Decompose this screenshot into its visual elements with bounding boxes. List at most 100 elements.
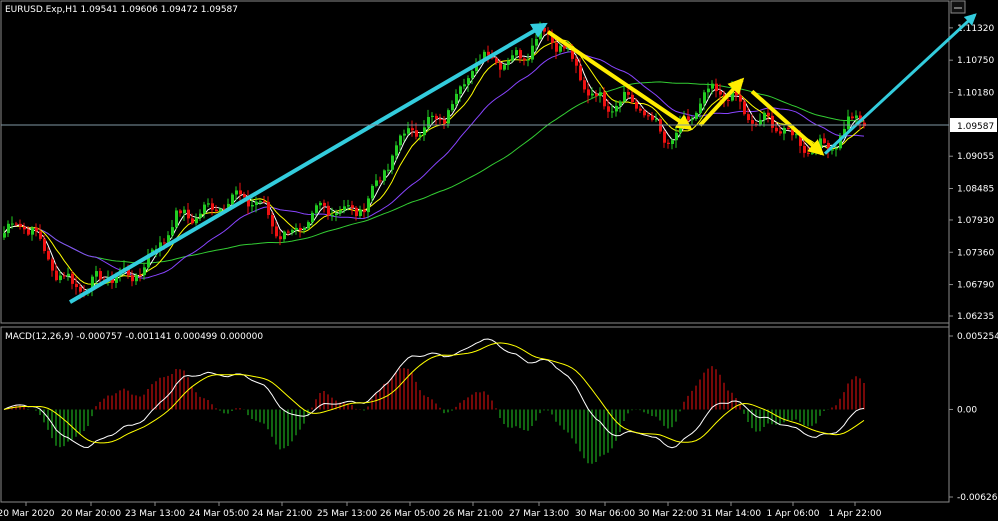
candle-body [27,229,30,235]
candle-body [511,55,514,61]
candle-body [283,231,286,240]
candle-body [359,209,362,216]
candle-body [375,180,378,186]
time-tick-label: 26 Mar 05:00 [380,509,440,519]
candle-body [495,58,498,63]
candle-body [187,209,190,219]
ma-fast-line [3,32,865,292]
candle-body [355,207,358,216]
time-tick-label: 25 Mar 13:00 [317,509,377,519]
candle-body [371,185,374,199]
candle-body [467,78,470,85]
macd-tick-label: 0.00 [957,405,977,415]
candle-body [727,100,730,102]
time-tick-label: 31 Mar 14:00 [701,509,761,519]
candle-body [243,194,246,198]
window-control-button[interactable] [950,0,966,14]
candle-body [43,238,46,252]
current-price-label: 1.09587 [957,122,994,132]
candle-body [395,145,398,156]
candle-body [287,231,290,233]
candle-body [379,180,382,182]
candle-body [463,84,466,87]
candle-body [207,203,210,205]
candle-body [419,135,422,137]
candle-body [671,140,674,145]
candle-body [823,138,826,143]
uptrend-arrow [68,22,548,304]
candle-body [267,201,270,215]
candle-body [663,131,666,143]
time-tick-label: 1 Apr 06:00 [767,509,820,519]
time-tick-label: 30 Mar 06:00 [575,509,635,519]
candle-body [367,198,370,213]
time-axis: 20 Mar 2020 20 Mar 20:00 23 Mar 13:00 24 Ma… [0,502,882,519]
candle-body [563,46,566,49]
time-tick-label: 27 Mar 13:00 [509,509,569,519]
candle-body [803,145,806,153]
candle-body [851,116,854,119]
candle-body [451,104,454,111]
candle-body [583,80,586,90]
candle-body [655,119,658,121]
candle-body [11,223,14,225]
candle-body [835,148,838,150]
candle-body [203,204,206,214]
candle-body [415,130,418,137]
candle-body [343,206,346,211]
candle-body [339,210,342,214]
macd-tick-label: 0.005254 [957,332,998,342]
candle-body [387,169,390,171]
candle-body [707,88,710,93]
candle-body [95,271,98,277]
candle-body [7,223,10,234]
candle-body [391,155,394,170]
candle-body [211,203,214,210]
candle-body [23,226,26,230]
candle-body [303,228,306,230]
candle-body [719,91,722,95]
candle-body [807,152,810,154]
candle-body [447,110,450,124]
candle-body [307,222,310,229]
candle-body [739,95,742,102]
candle-body [299,227,302,230]
candle-body [71,273,74,284]
candle-body [231,194,234,204]
candle-body [443,119,446,124]
candle-body [599,92,602,96]
candle-body [199,213,202,218]
time-tick-label: 24 Mar 21:00 [252,509,312,519]
candle-body [143,267,146,276]
macd-label: MACD(12,26,9) -0.000757 -0.001141 0.0004… [5,332,263,342]
candle-body [575,58,578,66]
candle-body [239,190,242,195]
candle-body [515,50,518,56]
candle-body [743,101,746,115]
candle-body [611,111,614,113]
candle-body [163,242,166,244]
ma-long-line [3,81,865,264]
candle-body [559,46,562,52]
candle-body [351,205,354,208]
price-tick-label: 1.07930 [957,216,994,226]
candle-body [855,115,858,119]
candle-body [595,93,598,96]
candle-body [459,86,462,94]
projection-arrow [823,13,977,155]
price-tick-label: 1.09055 [957,152,994,162]
candle-body [771,115,774,128]
candle-body [819,138,822,151]
candle-body [51,259,54,271]
candle-body [347,205,350,207]
candle-body [543,27,546,32]
candle-body [615,105,618,112]
macd-panel-frame [0,326,950,503]
trend-arrows [68,13,977,304]
chart-canvas[interactable]: 1.113201.107501.101801.090551.084851.079… [0,0,998,521]
candle-body [291,229,294,233]
ma-mid-line [3,39,865,285]
candle-body [635,101,638,109]
candle-body [527,59,530,61]
candle-body [39,231,42,239]
